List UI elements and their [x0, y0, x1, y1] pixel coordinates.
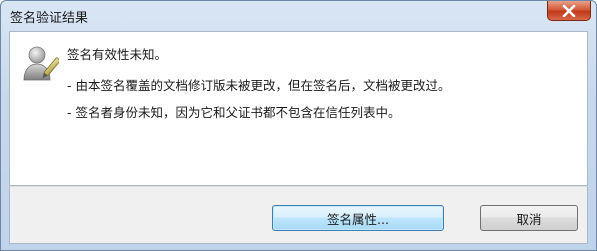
- revision-status-text: - 由本签名覆盖的文档修订版未被更改，但在签名后，文档被更改过。: [67, 78, 451, 93]
- cancel-button[interactable]: 取消: [480, 205, 578, 231]
- signer-unknown-user-icon: [23, 46, 59, 81]
- dialog-title: 签名验证结果: [10, 11, 89, 26]
- signature-validation-dialog: 签名验证结果 签名有效性未知。 - 由本签名覆盖的文档修订版未被更改，但在签名后…: [0, 0, 597, 251]
- close-icon: [562, 4, 576, 17]
- title-bar[interactable]: 签名验证结果: [1, 1, 596, 31]
- signer-identity-text: - 签名者身份未知，因为它和父证书都不包含在信任列表中。: [67, 105, 401, 120]
- button-bar: 签名属性... 取消: [9, 186, 588, 244]
- close-button[interactable]: [547, 1, 591, 21]
- message-area: 签名有效性未知。 - 由本签名覆盖的文档修订版未被更改，但在签名后，文档被更改过…: [9, 31, 588, 186]
- signature-properties-button[interactable]: 签名属性...: [272, 205, 444, 231]
- validity-status-text: 签名有效性未知。: [67, 47, 168, 62]
